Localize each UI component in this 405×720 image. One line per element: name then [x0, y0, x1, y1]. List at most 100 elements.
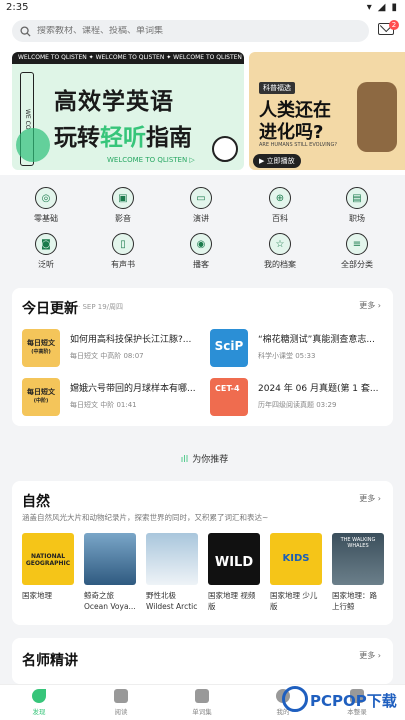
tab-wordlist[interactable]: 单词集 [175, 689, 229, 716]
thumb-label: 每日短文 [27, 388, 55, 396]
update-meta: 每日短文 中阶 01:41 [70, 401, 137, 409]
watermark-text: PCPOP下载 [310, 692, 397, 710]
watermark-logo: PCPOP下载 [282, 686, 400, 716]
leaf-icon [32, 689, 46, 703]
status-bar: 2:35 ▾ ◢ ▮ [0, 0, 405, 16]
book-title: 鲸奇之旅 Ocean Voya... [84, 590, 144, 612]
top-bar: 2 [0, 16, 405, 46]
book-item[interactable]: 鲸奇之旅 Ocean Voya... [84, 533, 138, 612]
podcast-icon: ◉ [190, 233, 212, 255]
tab-label: 发现 [32, 708, 46, 716]
category-all[interactable]: ≡ 全部分类 [327, 233, 387, 270]
category-grid: ◎ 零基础 ▣ 影音 ▭ 演讲 ⊕ 百科 ▤ 职场 ◙ 泛听 ▯ 有声书 ◉ 播客 ☆ 我的档案 … [0, 175, 405, 282]
recommend-label: 为你推荐 [192, 455, 229, 465]
banner-strip: WELCOME TO QLISTEN ✦ WELCOME TO QLISTEN … [12, 52, 244, 64]
banner-secondary[interactable]: 科普福选 人类还在 进化吗? ARE HUMANS STILL EVOLVING… [249, 52, 405, 170]
radio-icon: ◙ [35, 233, 57, 255]
book-cover [84, 533, 136, 585]
globe-icon: ⊕ [269, 187, 291, 209]
book-item[interactable]: 野性北极 Wildest Arctic [146, 533, 200, 612]
thumb-sub: (中阶) [33, 398, 49, 404]
book-item[interactable]: KIDS 国家地理 少儿版 [270, 533, 324, 612]
recommend-divider: ıll 为你推荐 [0, 452, 405, 465]
search-bar[interactable] [12, 20, 369, 42]
book-title-line2: 版 [270, 602, 278, 611]
book-title-line1: 国家地理 [22, 591, 52, 600]
category-audiobook[interactable]: ▯ 有声书 [93, 233, 153, 270]
book-cover: WILD [208, 533, 260, 585]
update-item[interactable]: 每日短文 (中阶) 嫦娥六号带回的月球样本有哪... 每日短文 中阶 01:41 [22, 378, 202, 416]
book-title-line1: 野性北极 [146, 591, 176, 600]
category-label: 影音 [115, 214, 131, 223]
banner-main[interactable]: WELCOME TO QLISTEN ✦ WELCOME TO QLISTEN … [12, 52, 244, 170]
category-label: 我的档案 [264, 260, 296, 269]
book-title-line1: 国家地理 视频 [208, 591, 256, 600]
update-title: 2024 年 06 月真题(第 1 套... [258, 384, 379, 394]
tab-discover[interactable]: 发现 [12, 689, 66, 716]
banner-subtitle: WELCOME TO QLISTEN ▷ [107, 156, 195, 164]
category-podcast[interactable]: ◉ 播客 [171, 233, 231, 270]
beginner-icon: ◎ [35, 187, 57, 209]
word-icon [195, 689, 209, 703]
book-item[interactable]: WILD 国家地理 视频版 [208, 533, 262, 612]
update-meta: 历年四级阅读真题 03:29 [258, 401, 337, 409]
book-title-line2: 版 [208, 602, 216, 611]
category-workplace[interactable]: ▤ 职场 [327, 187, 387, 224]
book-title: 国家地理：路 上行鲸 [332, 590, 392, 612]
book-title-line2: Wildest Arctic [146, 602, 198, 611]
banner-secondary-title2: 进化吗? [259, 122, 324, 143]
update-title: “棉花糖测试”真能测查意志... [258, 335, 375, 345]
tab-read[interactable]: 阅读 [94, 689, 148, 716]
update-item[interactable]: CET-4 2024 年 06 月真题(第 1 套... 历年四级阅读真题 03… [210, 378, 390, 416]
category-label: 泛听 [38, 260, 54, 269]
thumb-sub: (中高阶) [31, 349, 51, 355]
nature-title: 自然 [22, 494, 50, 510]
banner-secondary-tag: 科普福选 [259, 82, 295, 94]
teachers-more-link[interactable]: 更多 › [359, 650, 381, 661]
play-now-button[interactable]: ▶ 立即播放 [253, 154, 301, 168]
category-encyclopedia[interactable]: ⊕ 百科 [250, 187, 310, 224]
nature-description: 涵盖自然风光大片和动物纪录片，探索世界的同时，又积累了词汇和表达~ [22, 513, 269, 522]
tab-label: 单词集 [192, 708, 212, 716]
today-more-link[interactable]: 更多 › [359, 300, 381, 311]
search-input[interactable] [37, 26, 337, 36]
book-title: 国家地理 [22, 590, 82, 601]
banner-hand-illustration [212, 136, 238, 162]
briefcase-icon: ▤ [346, 187, 368, 209]
category-label: 演讲 [193, 214, 209, 223]
nature-card: 自然 更多 › 涵盖自然风光大片和动物纪录片，探索世界的同时，又积累了词汇和表达… [12, 481, 393, 625]
category-film[interactable]: ▣ 影音 [93, 187, 153, 224]
film-icon: ▣ [112, 187, 134, 209]
update-meta: 科学小课堂 05:33 [258, 352, 316, 360]
thumb-label: 每日短文 [27, 339, 55, 347]
category-label: 职场 [349, 214, 365, 223]
teachers-card: 名师精讲 更多 › [12, 638, 393, 684]
category-speech[interactable]: ▭ 演讲 [171, 187, 231, 224]
watermark-circle-icon [282, 686, 308, 712]
banner-line2-post: 指南 [146, 125, 192, 151]
status-time: 2:35 [6, 2, 29, 13]
book-title: 国家地理 少儿版 [270, 590, 330, 612]
wave-icon: ıll [180, 455, 189, 465]
book-item[interactable]: THE WALKING WHALES 国家地理：路 上行鲸 [332, 533, 386, 612]
book-item[interactable]: NATIONAL GEOGRAPHIC 国家地理 [22, 533, 76, 601]
banner-deco-circle [16, 128, 50, 162]
category-beginner[interactable]: ◎ 零基础 [16, 187, 76, 224]
today-title: 今日更新 [22, 301, 78, 317]
banner-secondary-en: ARE HUMANS STILL EVOLVING? [259, 142, 337, 148]
book-title-line2: 上行鲸 [332, 602, 355, 611]
update-title: 如何用高科技保护长江江豚?... [70, 335, 192, 345]
category-label: 零基础 [34, 214, 58, 223]
nature-more-link[interactable]: 更多 › [359, 493, 381, 504]
mail-badge: 2 [389, 20, 399, 30]
book-cover: NATIONAL GEOGRAPHIC [22, 533, 74, 585]
today-updates-card: 今日更新 · SEP 19/周四 更多 › 每日短文 (中高阶) 如何用高科技保护… [12, 288, 393, 426]
update-item[interactable]: SciP “棉花糖测试”真能测查意志... 科学小课堂 05:33 [210, 329, 390, 367]
category-my-profile[interactable]: ☆ 我的档案 [250, 233, 310, 270]
book-cover: THE WALKING WHALES [332, 533, 384, 585]
book-cover: KIDS [270, 533, 322, 585]
category-extensive-listening[interactable]: ◙ 泛听 [16, 233, 76, 270]
book-title: 国家地理 视频版 [208, 590, 268, 612]
update-thumbnail: 每日短文 (中高阶) [22, 329, 60, 367]
update-item[interactable]: 每日短文 (中高阶) 如何用高科技保护长江江豚?... 每日短文 中高阶 08:0… [22, 329, 202, 367]
